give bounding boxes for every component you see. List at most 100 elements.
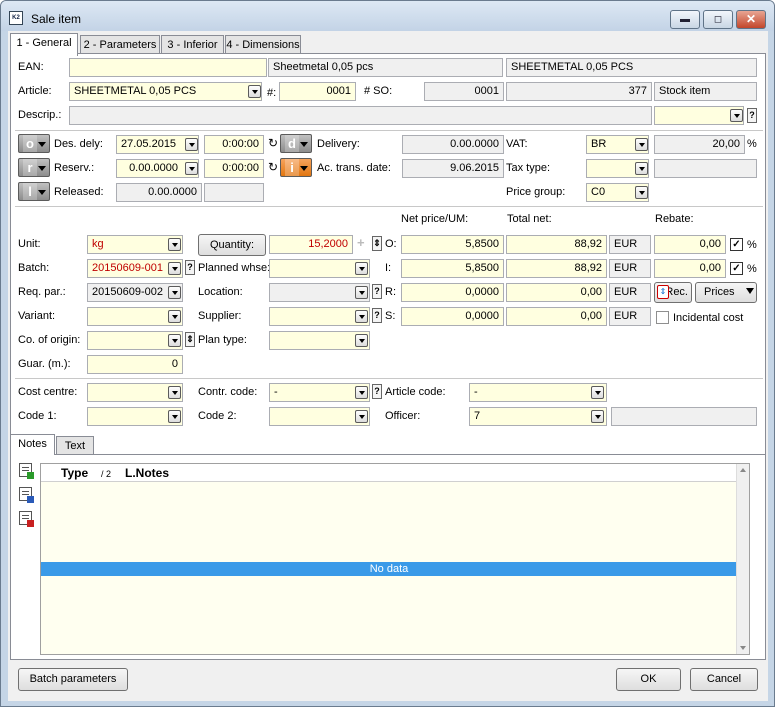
net-price-s[interactable]: 0,0000 bbox=[401, 307, 504, 326]
unit-label: Unit: bbox=[18, 238, 41, 250]
total-net-s[interactable]: 0,00 bbox=[506, 307, 607, 326]
location-help-icon[interactable]: ? bbox=[372, 284, 382, 299]
vat-dropdown[interactable] bbox=[635, 138, 648, 151]
add-note-icon[interactable] bbox=[19, 463, 34, 479]
ok-button[interactable]: OK bbox=[616, 668, 681, 691]
type-column-header[interactable]: Type bbox=[61, 467, 88, 480]
notes-grid[interactable]: Type / 2 L.Notes No data bbox=[40, 463, 750, 655]
tab-notes[interactable]: Notes bbox=[10, 434, 55, 455]
co-origin-sort-icon[interactable]: ⇕ bbox=[185, 332, 195, 347]
reserv-state-button[interactable]: r bbox=[18, 158, 50, 177]
notes-scrollbar[interactable] bbox=[736, 464, 749, 654]
dialog-client: 1 - General 2 - Parameters 3 - Inferior … bbox=[8, 31, 768, 701]
released-state-button[interactable]: l bbox=[18, 182, 50, 201]
rebate-o-checkbox[interactable]: ✓ bbox=[730, 238, 743, 251]
guar-input[interactable]: 0 bbox=[87, 355, 183, 374]
planned-whse-label: Planned whse: bbox=[198, 262, 271, 274]
rebate-i[interactable]: 0,00 bbox=[654, 259, 726, 278]
quantity-button[interactable]: Quantity: bbox=[198, 234, 266, 256]
variant-dropdown[interactable] bbox=[168, 310, 181, 323]
title-bar[interactable]: K2 Sale item ▬ ◻ ✕ bbox=[1, 1, 774, 31]
supplier-dropdown[interactable] bbox=[355, 310, 368, 323]
contr-code-help-icon[interactable]: ? bbox=[372, 384, 382, 399]
prices-chevron-down-icon bbox=[746, 288, 754, 294]
cost-centre-label: Cost centre: bbox=[18, 386, 78, 398]
net-price-o[interactable]: 5,8500 bbox=[401, 235, 504, 254]
total-net-r[interactable]: 0,00 bbox=[506, 283, 607, 302]
quantity-input[interactable]: 15,2000 bbox=[269, 235, 353, 254]
hash-label: #: bbox=[267, 87, 277, 99]
article-code-input[interactable]: - bbox=[469, 383, 607, 402]
code2-dropdown[interactable] bbox=[355, 410, 368, 423]
tab-inferior[interactable]: 3 - Inferior bbox=[161, 35, 224, 55]
net-price-i[interactable]: 5,8500 bbox=[401, 259, 504, 278]
req-par-dropdown[interactable] bbox=[168, 286, 181, 299]
plus-icon[interactable]: + bbox=[357, 236, 365, 249]
ac-trans-state-button[interactable]: i bbox=[280, 158, 312, 177]
incidental-cost-checkbox[interactable] bbox=[656, 311, 669, 324]
plan-type-dropdown[interactable] bbox=[355, 334, 368, 347]
cancel-button[interactable]: Cancel bbox=[690, 668, 758, 691]
batch-help-icon[interactable]: ? bbox=[185, 260, 195, 275]
des-dely-label: Des. dely: bbox=[54, 138, 103, 150]
descrip-help-icon[interactable]: ? bbox=[747, 108, 757, 123]
article-code-dropdown[interactable] bbox=[591, 386, 604, 399]
location-dropdown[interactable] bbox=[355, 286, 368, 299]
quantity-sort-icon[interactable]: ⇕ bbox=[372, 236, 382, 251]
net-price-r[interactable]: 0,0000 bbox=[401, 283, 504, 302]
scroll-up-icon[interactable] bbox=[740, 468, 746, 472]
reserv-refresh-icon[interactable]: ↻ bbox=[268, 161, 278, 174]
article-dropdown[interactable] bbox=[248, 85, 261, 98]
batch-label: Batch: bbox=[18, 262, 50, 274]
officer-input[interactable]: 7 bbox=[469, 407, 607, 426]
released-date: 0.00.0000 bbox=[116, 183, 202, 202]
des-dely-time[interactable]: 0:00:00 bbox=[204, 135, 264, 154]
rebate-o[interactable]: 0,00 bbox=[654, 235, 726, 254]
contr-code-dropdown[interactable] bbox=[355, 386, 368, 399]
rec-button[interactable]: ⇕ Rec. bbox=[654, 282, 692, 303]
tab-general[interactable]: 1 - General bbox=[10, 33, 78, 56]
planned-whse-dropdown[interactable] bbox=[355, 262, 368, 275]
tax-type-dropdown[interactable] bbox=[635, 162, 648, 175]
delivery-state-button[interactable]: d bbox=[280, 134, 312, 153]
tab-parameters[interactable]: 2 - Parameters bbox=[80, 35, 160, 55]
des-dely-refresh-icon[interactable]: ↻ bbox=[268, 137, 278, 150]
notes-column-header[interactable]: L.Notes bbox=[125, 467, 169, 480]
rebate-o-percent: % bbox=[747, 239, 757, 251]
total-net-o[interactable]: 88,92 bbox=[506, 235, 607, 254]
code1-label: Code 1: bbox=[18, 410, 57, 422]
edit-note-icon[interactable] bbox=[19, 487, 34, 503]
officer-extra bbox=[611, 407, 757, 426]
unit-dropdown[interactable] bbox=[168, 238, 181, 251]
tab-text[interactable]: Text bbox=[56, 436, 94, 455]
article-name-full: SHEETMETAL 0,05 PCS bbox=[506, 58, 757, 77]
total-net-i[interactable]: 88,92 bbox=[506, 259, 607, 278]
reserv-time[interactable]: 0:00:00 bbox=[204, 159, 264, 178]
delivery-label: Delivery: bbox=[317, 138, 360, 150]
code1-dropdown[interactable] bbox=[168, 410, 181, 423]
des-dely-state-button[interactable]: o bbox=[18, 134, 50, 153]
ean-input[interactable] bbox=[69, 58, 267, 77]
cost-centre-dropdown[interactable] bbox=[168, 386, 181, 399]
descrip-dropdown[interactable] bbox=[730, 109, 743, 122]
officer-dropdown[interactable] bbox=[591, 410, 604, 423]
hash-input[interactable]: 0001 bbox=[279, 82, 356, 101]
descrip-input[interactable] bbox=[69, 106, 652, 125]
maximize-button[interactable]: ◻ bbox=[703, 10, 733, 29]
reserv-dropdown[interactable] bbox=[185, 162, 198, 175]
minimize-button[interactable]: ▬ bbox=[670, 10, 700, 29]
article-input[interactable]: SHEETMETAL 0,05 PCS bbox=[69, 82, 262, 101]
close-button[interactable]: ✕ bbox=[736, 10, 766, 29]
des-dely-dropdown[interactable] bbox=[185, 138, 198, 151]
price-group-dropdown[interactable] bbox=[635, 186, 648, 199]
prices-button[interactable]: Prices bbox=[695, 282, 757, 303]
co-origin-dropdown[interactable] bbox=[168, 334, 181, 347]
so-number: 0001 bbox=[424, 82, 504, 101]
rebate-i-checkbox[interactable]: ✓ bbox=[730, 262, 743, 275]
delete-note-icon[interactable] bbox=[19, 511, 34, 527]
batch-dropdown[interactable] bbox=[168, 262, 181, 275]
tab-dimensions[interactable]: 4 - Dimensions bbox=[225, 35, 301, 55]
scroll-down-icon[interactable] bbox=[740, 646, 746, 650]
supplier-help-icon[interactable]: ? bbox=[372, 308, 382, 323]
batch-parameters-button[interactable]: Batch parameters bbox=[18, 668, 128, 691]
